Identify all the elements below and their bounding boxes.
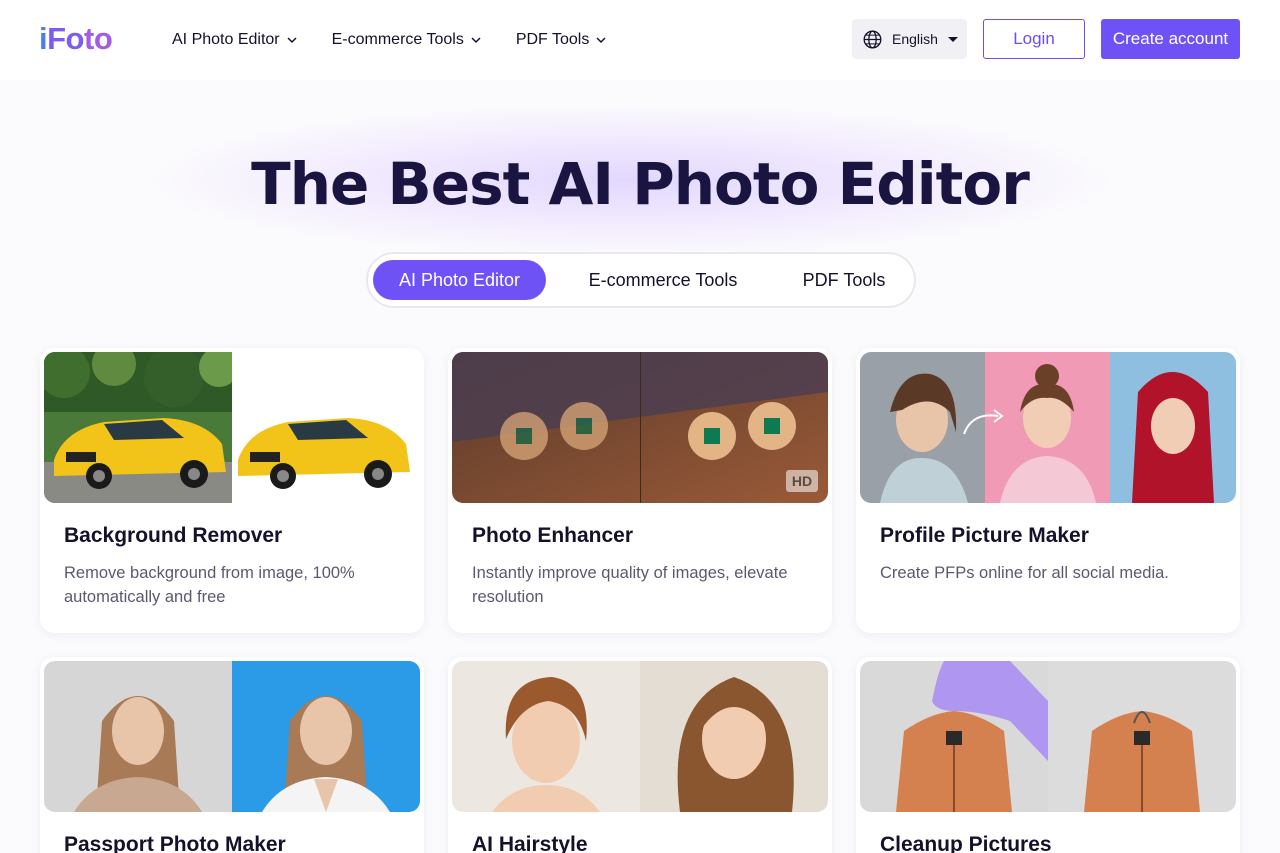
logo-part-to: to [84, 21, 113, 56]
ifoto-logo[interactable]: iFoto [39, 20, 113, 58]
main-nav: AI Photo Editor E-commerce Tools PDF Too… [172, 28, 641, 52]
profile-picture-maker-image [860, 352, 1236, 503]
ai-hairstyle-image [452, 661, 828, 812]
tool-card-passport-photo-maker[interactable]: Passport Photo Maker [40, 657, 424, 853]
tool-card-photo-enhancer[interactable]: HD Photo Enhancer Instantly improve qual… [448, 348, 832, 633]
language-label: English [892, 31, 938, 47]
nav-ecommerce-tools[interactable]: E-commerce Tools [332, 28, 481, 52]
globe-icon [863, 30, 882, 48]
logo-part-fo: Fo [47, 21, 84, 56]
cleanup-pictures-image [860, 661, 1236, 812]
card-description: Remove background from image, 100% autom… [64, 564, 355, 606]
tool-card-ai-hairstyle[interactable]: AI Hairstyle [448, 657, 832, 853]
language-selector[interactable]: English [852, 19, 967, 59]
nav-ai-photo-editor[interactable]: AI Photo Editor [172, 28, 297, 52]
tool-card-profile-picture-maker[interactable]: Profile Picture Maker Create PFPs online… [856, 348, 1240, 633]
nav-label: E-commerce Tools [331, 31, 464, 48]
chevron-down-icon [471, 37, 481, 44]
nav-label: PDF Tools [515, 31, 590, 48]
card-title: Passport Photo Maker [64, 833, 286, 853]
background-remover-image [44, 352, 420, 503]
create-account-button[interactable]: Create account [1101, 19, 1240, 59]
page-title: The Best AI Photo Editor [251, 150, 1030, 218]
hd-badge: HD [791, 473, 813, 489]
nav-label: AI Photo Editor [172, 31, 280, 48]
chevron-down-icon [596, 37, 606, 44]
card-title: Background Remover [64, 524, 283, 547]
tool-card-background-remover[interactable]: Background Remover Remove background fro… [40, 348, 424, 633]
card-description: Instantly improve quality of images, ele… [472, 564, 788, 606]
logo-part-i: i [39, 21, 48, 56]
tab-pdf-tools[interactable]: PDF Tools [782, 260, 906, 300]
category-tabs: AI Photo Editor E-commerce Tools PDF Too… [366, 252, 916, 308]
caret-down-icon [947, 36, 958, 42]
nav-pdf-tools[interactable]: PDF Tools [516, 28, 607, 52]
card-title: Profile Picture Maker [880, 524, 1089, 547]
tab-ecommerce-tools[interactable]: E-commerce Tools [566, 260, 760, 300]
top-header: iFoto AI Photo Editor E-commerce Tools P… [0, 0, 1280, 80]
chevron-down-icon [287, 37, 297, 44]
card-title: AI Hairstyle [472, 833, 588, 853]
tab-ai-photo-editor[interactable]: AI Photo Editor [373, 260, 546, 300]
card-title: Cleanup Pictures [880, 833, 1052, 853]
photo-enhancer-image: HD [452, 352, 828, 503]
passport-photo-maker-image [44, 661, 420, 812]
card-description: Create PFPs online for all social media. [880, 564, 1169, 582]
tool-card-cleanup-pictures[interactable]: Cleanup Pictures [856, 657, 1240, 853]
login-button[interactable]: Login [983, 19, 1085, 59]
card-title: Photo Enhancer [472, 524, 634, 547]
